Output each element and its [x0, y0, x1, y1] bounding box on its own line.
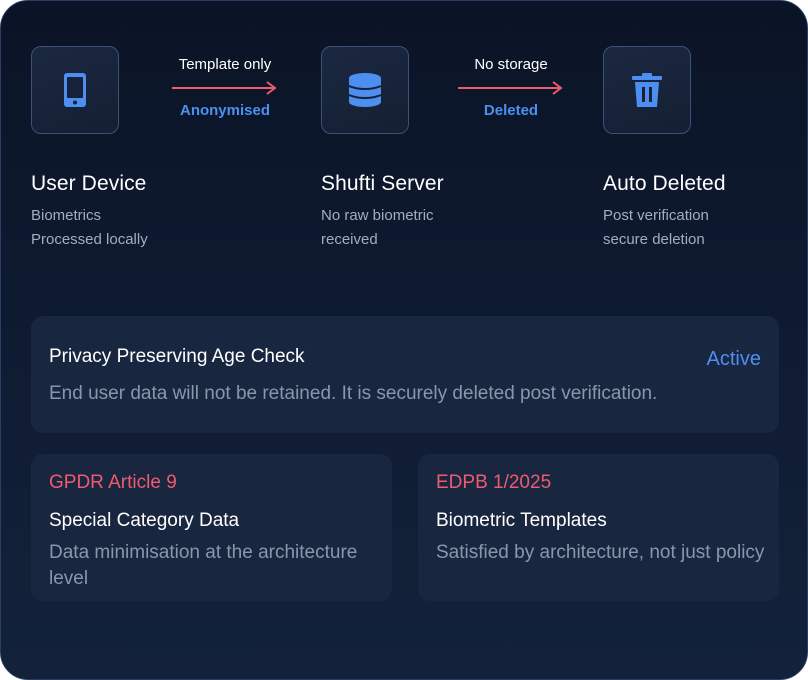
regulation-description: Satisfied by architecture, not just poli… [436, 542, 765, 563]
transfer-device-to-server: Template only Anonymised [165, 56, 285, 120]
privacy-check-title: Privacy Preserving Age Check [49, 346, 305, 367]
mobile-phone-icon [64, 73, 86, 107]
user-device-subtitle: Biometrics Processed locally [31, 204, 148, 252]
regulation-tag: EDPB 1/2025 [436, 472, 552, 493]
auto-deleted-subtitle-line2: secure deletion [603, 231, 705, 248]
regulation-card-edpb: EDPB 1/2025 Biometric Templates Satisfie… [418, 454, 779, 601]
transfer-top-label: Template only [178, 56, 272, 73]
regulation-card-gdpr: GPDR Article 9 Special Category Data Dat… [31, 454, 392, 601]
database-icon [349, 73, 381, 107]
auto-deleted-node [603, 46, 691, 134]
transfer-top-label: No storage [474, 56, 548, 73]
shufti-server-title: Shufti Server [321, 172, 444, 195]
regulation-description: Data minimisation at the architecture le… [49, 542, 358, 589]
regulation-tag: GPDR Article 9 [49, 472, 177, 493]
shufti-server-subtitle-line2: received [321, 231, 378, 248]
user-device-subtitle-line2: Processed locally [31, 231, 148, 248]
status-badge: Active [706, 348, 761, 370]
auto-deleted-subtitle-line1: Post verification [603, 207, 709, 224]
user-device-subtitle-line1: Biometrics [31, 207, 102, 224]
trash-icon [632, 73, 662, 107]
auto-deleted-subtitle: Post verification secure deletion [603, 204, 709, 252]
privacy-check-description: End user data will not be retained. It i… [49, 383, 658, 404]
privacy-check-panel: Privacy Preserving Age Check Active End … [31, 316, 779, 433]
transfer-server-to-deletion: No storage Deleted [451, 56, 571, 120]
user-device-title: User Device [31, 172, 147, 195]
transfer-bottom-label: Deleted [483, 102, 539, 119]
regulation-title: Biometric Templates [436, 510, 607, 531]
data-flow-card: User Device Biometrics Processed locally… [0, 0, 808, 680]
auto-deleted-title: Auto Deleted [603, 172, 726, 195]
user-device-node [31, 46, 119, 134]
shufti-server-subtitle: No raw biometric received [321, 204, 434, 252]
shufti-server-node [321, 46, 409, 134]
transfer-bottom-label: Anonymised [179, 102, 270, 119]
regulation-title: Special Category Data [49, 510, 240, 531]
arrow-right-icon [458, 81, 563, 95]
shufti-server-subtitle-line1: No raw biometric [321, 207, 434, 224]
arrow-right-icon [172, 81, 277, 95]
